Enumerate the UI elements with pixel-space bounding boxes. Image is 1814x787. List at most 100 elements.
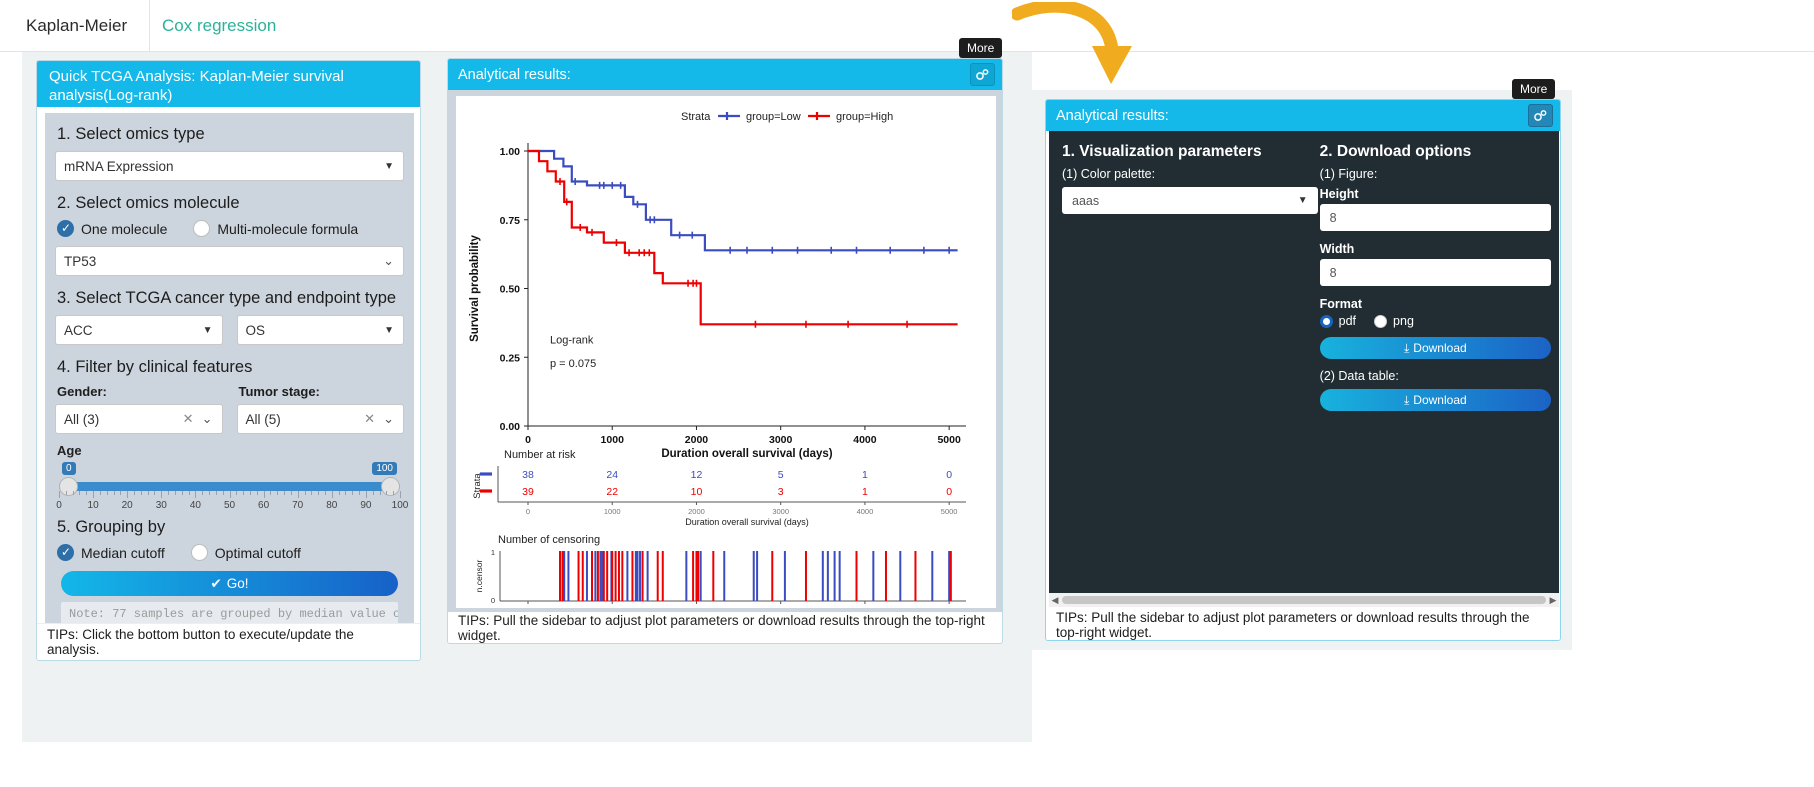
radio-format-png[interactable] xyxy=(1374,314,1388,328)
cancer-type-select[interactable]: ACC ▼ xyxy=(55,315,223,345)
slider-tick xyxy=(195,491,197,498)
slider-tick xyxy=(290,491,292,495)
scrollbar-thumb[interactable] xyxy=(1062,596,1546,604)
step4-label: 4. Filter by clinical features xyxy=(57,358,253,376)
svg-text:Number of censoring: Number of censoring xyxy=(498,534,600,546)
results-title-right: Analytical results: xyxy=(1056,107,1169,124)
radio-one-molecule[interactable] xyxy=(57,220,74,237)
slider-tick-label: 20 xyxy=(121,500,133,511)
molecule-value: TP53 xyxy=(64,253,97,269)
slider-tick xyxy=(345,491,347,495)
slider-tick xyxy=(297,491,299,498)
slider-tick xyxy=(338,491,340,495)
radio-multi-molecule[interactable] xyxy=(193,220,211,237)
height-input[interactable]: 8 xyxy=(1319,204,1551,231)
slider-tick xyxy=(86,491,88,495)
go-button-label: Go! xyxy=(226,576,249,591)
tumor-stage-select[interactable]: All (5) ✕ ⌄ xyxy=(236,404,404,434)
svg-text:0: 0 xyxy=(526,507,530,516)
svg-text:0: 0 xyxy=(491,596,495,605)
radio-median-cutoff-label: Median cutoff xyxy=(81,544,165,561)
omics-type-select[interactable]: mRNA Expression ▼ xyxy=(55,151,404,181)
download-heading: 2. Download options xyxy=(1319,143,1472,160)
clear-icon[interactable]: ✕ xyxy=(364,405,375,433)
slider-tick-label: 90 xyxy=(360,500,372,511)
slider-tick xyxy=(229,491,231,498)
radio-one-molecule-label: One molecule xyxy=(81,220,168,237)
svg-text:0: 0 xyxy=(525,434,531,446)
svg-text:1000: 1000 xyxy=(604,507,621,516)
tab-cox-regression[interactable]: Cox regression xyxy=(140,0,298,52)
slider-tick-label: 100 xyxy=(391,500,409,511)
radio-optimal-cutoff[interactable] xyxy=(190,544,208,561)
color-palette-select[interactable]: aaas ▼ xyxy=(1062,187,1318,214)
width-input[interactable]: 8 xyxy=(1319,259,1551,286)
data-table-label: (2) Data table: xyxy=(1319,369,1399,383)
svg-text:2000: 2000 xyxy=(688,507,705,516)
chevron-down-icon: ▼ xyxy=(1297,195,1308,206)
download-figure-button[interactable]: ⤓ Download xyxy=(1319,337,1551,359)
figure-label: (1) Figure: xyxy=(1319,167,1378,181)
slider-tick xyxy=(331,491,333,498)
tab-kaplan-meier[interactable]: Kaplan-Meier xyxy=(4,0,151,52)
slider-tick xyxy=(181,491,183,495)
gender-select[interactable]: All (3) ✕ ⌄ xyxy=(55,404,223,434)
endpoint-type-value: OS xyxy=(245,322,266,338)
go-button[interactable]: ✔ Go! xyxy=(61,571,398,596)
horizontal-scrollbar[interactable]: ◀ ▶ xyxy=(1049,593,1559,607)
gears-icon[interactable] xyxy=(970,63,995,86)
slider-tick xyxy=(168,491,170,495)
slider-tick xyxy=(174,491,176,495)
results-card-middle-header: Analytical results: xyxy=(448,59,1002,90)
svg-text:1000: 1000 xyxy=(601,434,625,446)
gender-label: Gender: xyxy=(57,384,107,399)
slider-tick xyxy=(215,491,217,495)
svg-text:24: 24 xyxy=(606,469,618,481)
age-range-slider[interactable]: 0 100 0 10 20 30 40 50 60 70 80 90 100 xyxy=(56,462,408,518)
more-tooltip-right: More xyxy=(1512,79,1556,104)
gears-icon[interactable] xyxy=(1528,104,1553,127)
slider-tick-labels: 0 10 20 30 40 50 60 70 80 90 100 xyxy=(56,500,408,514)
svg-text:3000: 3000 xyxy=(772,606,789,608)
svg-text:5000: 5000 xyxy=(941,507,958,516)
radio-median-cutoff[interactable] xyxy=(57,544,74,561)
chevron-down-icon: ▼ xyxy=(384,324,394,336)
slider-tick xyxy=(379,491,381,495)
clear-icon[interactable]: ✕ xyxy=(183,405,194,433)
slider-tick xyxy=(365,491,367,498)
svg-text:1000: 1000 xyxy=(604,606,621,608)
radio-format-png-label: png xyxy=(1393,314,1414,328)
molecule-mode-radio-group: One molecule Multi-molecule formula xyxy=(57,220,404,237)
scroll-right-arrow-icon[interactable]: ▶ xyxy=(1547,595,1559,606)
svg-text:p = 0.075: p = 0.075 xyxy=(550,358,596,370)
slider-tick xyxy=(324,491,326,495)
radio-format-pdf[interactable] xyxy=(1319,314,1333,328)
tab-bar: Kaplan-Meier Cox regression xyxy=(0,0,1814,52)
gender-value: All (3) xyxy=(64,411,100,427)
grouping-radio-group: Median cutoff Optimal cutoff xyxy=(57,544,404,561)
download-options-column: 2. Download options (1) Figure: Height 8… xyxy=(1318,143,1551,605)
radio-format-pdf-label: pdf xyxy=(1338,314,1357,328)
scroll-left-arrow-icon[interactable]: ◀ xyxy=(1049,595,1061,606)
slider-tick xyxy=(222,491,224,495)
palette-label: (1) Color palette: xyxy=(1062,167,1156,181)
kaplan-meier-plot: Strata group=Low group=High 0.00 0.25 0.50 0.7… xyxy=(456,96,996,625)
slider-tick xyxy=(72,491,74,495)
pointing-arrow-icon xyxy=(1012,2,1132,84)
svg-text:4000: 4000 xyxy=(857,507,874,516)
endpoint-type-select[interactable]: OS ▼ xyxy=(236,315,404,345)
download-table-label: Download xyxy=(1413,393,1467,407)
clinical-filter-row: Gender: All (3) ✕ ⌄ Tumor stage: All (5)… xyxy=(55,384,404,434)
cancer-endpoint-row: ACC ▼ OS ▼ xyxy=(55,315,404,345)
results-card-right: Analytical results: 1. Visualization par… xyxy=(1045,99,1561,641)
molecule-select[interactable]: TP53 ⌄ xyxy=(55,246,404,276)
slider-tick xyxy=(284,491,286,495)
slider-track[interactable] xyxy=(59,482,400,491)
slider-tick xyxy=(256,491,258,495)
width-value: 8 xyxy=(1329,265,1337,280)
svg-text:3000: 3000 xyxy=(769,434,793,446)
slider-tick xyxy=(359,491,361,495)
download-table-button[interactable]: ⤓ Download xyxy=(1319,389,1551,411)
